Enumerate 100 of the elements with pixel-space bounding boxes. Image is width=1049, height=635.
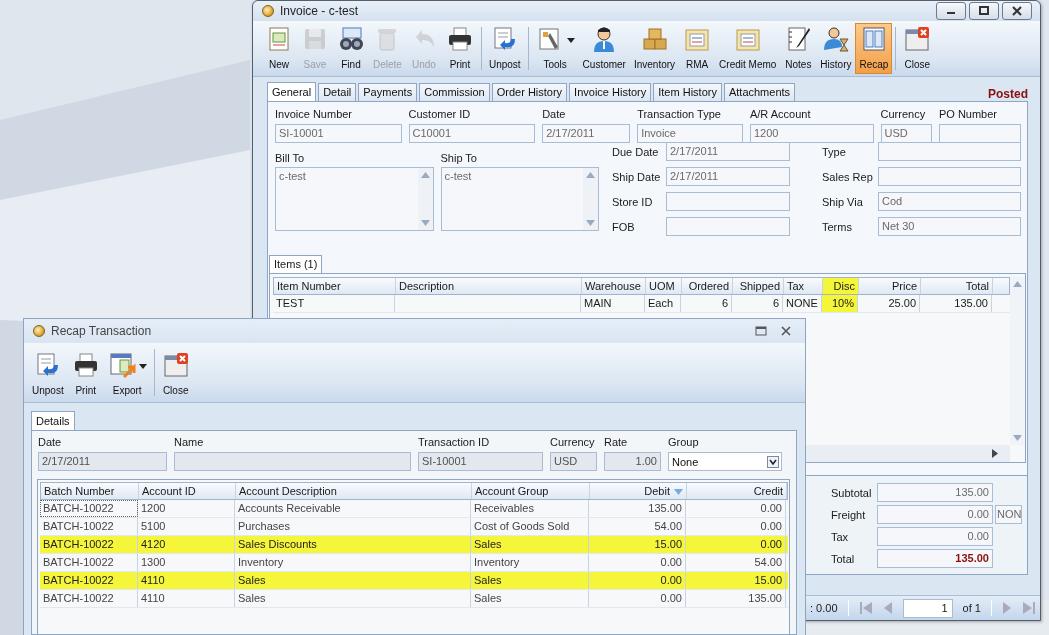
input-field[interactable] <box>666 217 790 236</box>
column-header[interactable]: Description <box>396 278 582 294</box>
boxes-icon <box>640 25 669 53</box>
input-field[interactable]: 2/17/2011 <box>666 167 790 186</box>
tab[interactable]: General <box>267 82 317 101</box>
close-button[interactable] <box>1002 2 1032 20</box>
input-field[interactable]: 0.00 <box>877 527 993 546</box>
column-header[interactable]: Batch Number <box>41 483 139 499</box>
input-field[interactable]: Invoice <box>637 124 743 143</box>
dropdown[interactable]: None <box>668 452 782 471</box>
input-field[interactable]: NON <box>995 505 1022 524</box>
address-field[interactable]: c-test <box>440 167 599 231</box>
input-field[interactable]: Cod <box>878 192 1021 211</box>
table-cell: Each <box>645 295 681 312</box>
toolbar-button[interactable]: Customer <box>578 23 630 74</box>
scrollbar[interactable] <box>1010 277 1025 445</box>
toolbar-button[interactable]: History <box>816 23 856 74</box>
scroll-down-icon[interactable] <box>586 220 595 226</box>
input-field[interactable]: 0.00 <box>877 505 993 524</box>
input-field[interactable]: 2/17/2011 <box>38 452 167 471</box>
first-page-icon[interactable] <box>858 601 873 615</box>
last-page-icon[interactable] <box>1021 601 1036 615</box>
table-cell: 4120 <box>138 536 235 553</box>
toolbar-button[interactable]: Close <box>157 345 194 400</box>
toolbar-button[interactable]: Unpost <box>484 23 525 74</box>
scroll-up-icon[interactable] <box>420 172 430 178</box>
column-header[interactable]: Disc <box>823 278 859 294</box>
scroll-up-icon[interactable] <box>586 172 595 178</box>
column-header[interactable]: Account Description <box>236 483 472 499</box>
page-field[interactable]: 1 <box>902 598 953 618</box>
tab[interactable]: Items (1) <box>269 255 323 273</box>
column-header[interactable]: Credit <box>687 483 787 499</box>
table-row[interactable]: BATCH-10022 4110 Sales Sales 0.00 15.00 <box>40 572 788 590</box>
scrollbar[interactable] <box>583 168 598 230</box>
column-header[interactable]: Account ID <box>139 483 236 499</box>
input-field[interactable]: 2/17/2011 <box>666 142 790 161</box>
field-label: Bill To <box>275 152 306 164</box>
toolbar-button[interactable]: Close <box>899 23 936 74</box>
tab[interactable]: Attachments <box>723 83 796 101</box>
column-header[interactable]: Shipped <box>733 278 784 294</box>
table-row[interactable]: BATCH-10022 4120 Sales Discounts Sales 15.00 0.00 <box>40 536 788 554</box>
toolbar-button[interactable]: Credit Memo <box>715 23 781 74</box>
table-cell: 25.00 <box>858 295 920 312</box>
scroll-up-icon[interactable] <box>1013 281 1022 287</box>
previous-page-icon[interactable] <box>882 601 893 615</box>
column-header[interactable]: Total <box>921 278 993 294</box>
column-header[interactable]: Warehouse <box>582 278 646 294</box>
column-header[interactable]: Ordered <box>682 278 733 294</box>
column-header[interactable]: Item Number <box>274 278 396 294</box>
field-label: Total <box>831 552 856 565</box>
toolbar-button[interactable]: New <box>261 23 297 74</box>
scroll-right-icon[interactable] <box>992 449 998 458</box>
toolbar-button[interactable]: Export <box>103 345 151 400</box>
tab[interactable]: Invoice History <box>569 83 652 101</box>
toolbar-button[interactable]: Unpost <box>28 345 68 400</box>
input-field[interactable]: 135.00 <box>877 549 993 568</box>
tab[interactable]: Commission <box>419 83 490 101</box>
table-row[interactable]: BATCH-10022 1200 Accounts Receivable Receivables 135.00 0.00 <box>40 500 788 518</box>
input-field[interactable]: 135.00 <box>877 483 993 502</box>
input-field[interactable]: 2/17/2011 <box>542 124 631 143</box>
toolbar-button[interactable]: Print <box>441 23 478 74</box>
input-field[interactable]: SI-10001 <box>275 124 402 143</box>
scrollbar[interactable] <box>417 168 433 230</box>
tab[interactable]: Payments <box>358 83 418 101</box>
toolbar-button[interactable]: RMA <box>679 23 716 74</box>
table-cell: MAIN <box>581 295 645 312</box>
minimize-button[interactable] <box>936 2 966 20</box>
input-field[interactable]: 1200 <box>749 124 874 143</box>
scroll-down-icon[interactable] <box>420 220 430 226</box>
input-field[interactable] <box>174 452 411 471</box>
toolbar-button[interactable]: Notes <box>780 23 817 74</box>
scroll-down-icon[interactable] <box>1013 435 1022 441</box>
maximize-button[interactable] <box>969 2 999 20</box>
input-field[interactable] <box>878 167 1021 186</box>
chevron-down-icon <box>767 455 779 468</box>
tab[interactable]: Order History <box>491 83 568 101</box>
input-field[interactable]: Net 30 <box>878 217 1021 236</box>
table-row[interactable]: BATCH-10022 4110 Sales Sales 0.00 135.00 <box>40 590 788 608</box>
column-header[interactable]: UOM <box>646 278 682 294</box>
tab[interactable]: Details <box>31 411 75 430</box>
input-field[interactable]: USD <box>550 452 597 471</box>
input-field[interactable] <box>878 142 1021 161</box>
tab[interactable]: Item History <box>653 83 722 101</box>
toolbar-button[interactable]: Print <box>67 345 104 400</box>
toolbar-button[interactable]: Inventory <box>629 23 680 74</box>
input-field[interactable] <box>666 192 790 211</box>
tab[interactable]: Detail <box>318 83 357 101</box>
table-cell: 0.00 <box>589 572 686 589</box>
input-field[interactable]: SI-10001 <box>418 452 543 471</box>
input-field[interactable]: C10001 <box>408 124 536 143</box>
field-label: Group <box>668 436 700 448</box>
column-header[interactable]: Debit <box>590 483 687 499</box>
address-field[interactable]: c-test <box>275 167 434 231</box>
column-header[interactable]: Price <box>859 278 921 294</box>
toolbar-button[interactable]: Find <box>333 23 369 74</box>
input-field[interactable]: 1.00 <box>604 452 661 471</box>
toolbar-button[interactable]: Recap <box>855 23 893 74</box>
next-page-icon[interactable] <box>1001 601 1012 615</box>
column-header[interactable]: Account Group <box>472 483 590 499</box>
toolbar-button[interactable]: Tools <box>531 23 579 74</box>
